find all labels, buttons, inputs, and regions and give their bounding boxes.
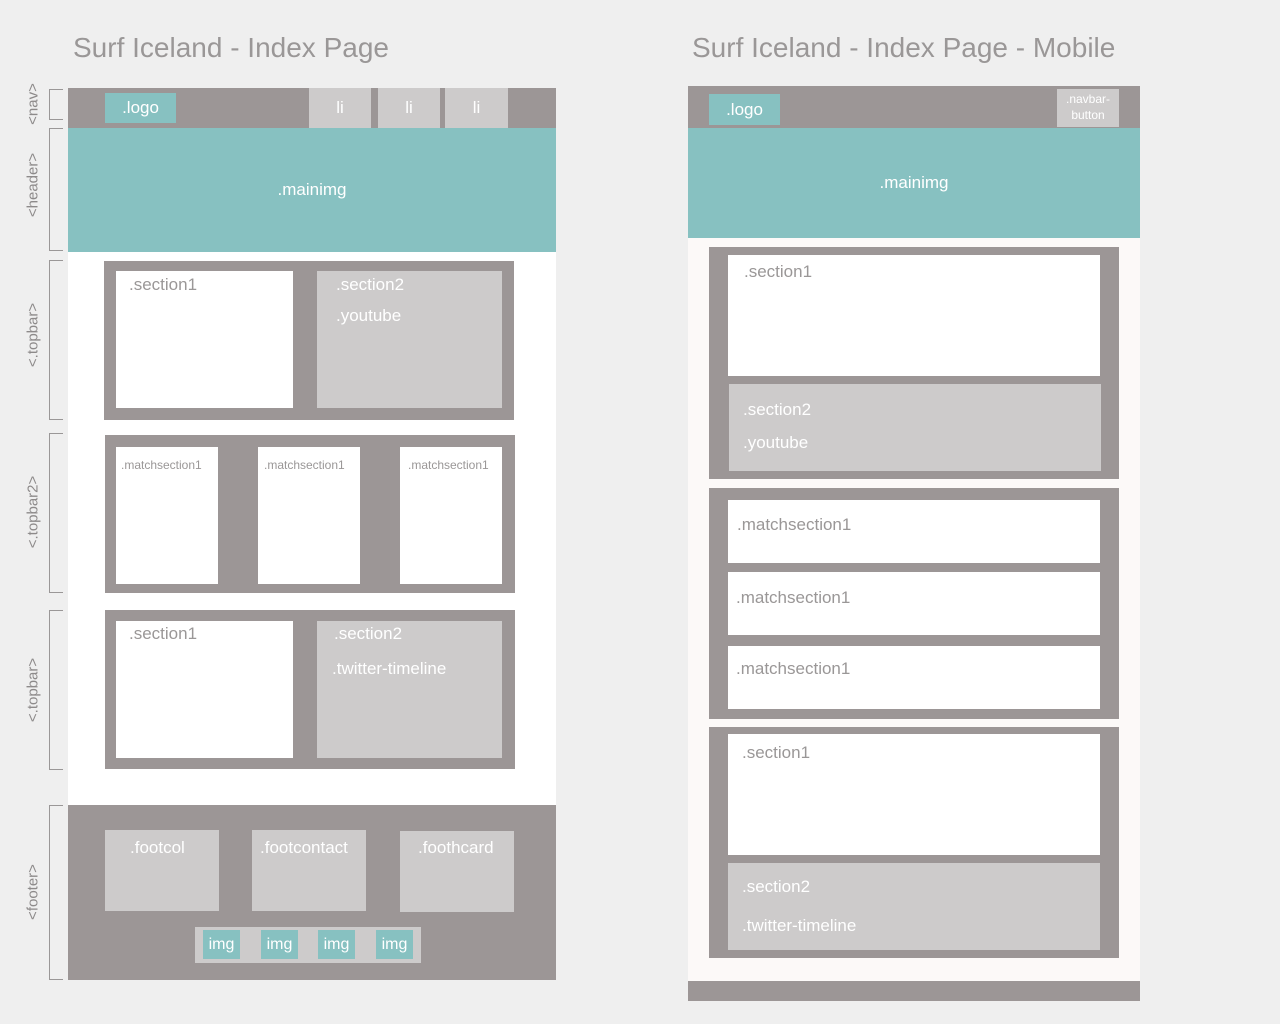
nav-item-2[interactable]: li <box>378 88 440 128</box>
mobile-logo[interactable]: .logo <box>709 94 780 125</box>
mobile-section1: .section1 <box>728 255 1100 376</box>
footcontact: .footcontact <box>252 830 366 911</box>
topbar-side-label: <.topbar> <box>24 302 42 368</box>
mobile-b-section2: .section2 .twitter-timeline <box>728 863 1100 950</box>
matchsection-3: .matchsection1 <box>400 447 502 584</box>
footer-bracket <box>49 805 63 980</box>
mobile-matchsection-2-label: .matchsection1 <box>736 588 851 607</box>
mobile-twitter-timeline-label: .twitter-timeline <box>742 916 857 935</box>
mobile-section2-label: .section2 <box>743 400 812 419</box>
desktop-title: Surf Iceland - Index Page <box>73 32 389 63</box>
mobile-matchsection-3-label: .matchsection1 <box>736 659 851 678</box>
footcontact-label: .footcontact <box>260 838 348 857</box>
matchsection-2: .matchsection1 <box>258 447 360 584</box>
footer-img-1[interactable]: img <box>203 930 240 959</box>
matchsection-3-label: .matchsection1 <box>408 458 489 472</box>
mobile-matchsection-3: .matchsection1 <box>728 646 1100 709</box>
mobile-matchsection-2: .matchsection1 <box>728 572 1100 635</box>
footer-img-3[interactable]: img <box>318 930 355 959</box>
youtube-label: .youtube <box>336 306 402 325</box>
topbar-bracket <box>49 260 63 420</box>
mobile-footer <box>688 981 1140 1001</box>
nav-item-3[interactable]: li <box>445 88 508 128</box>
topbar-b-section1: .section1 <box>116 621 293 758</box>
twitter-timeline-label: .twitter-timeline <box>332 659 447 678</box>
section1-label: .section1 <box>129 275 198 294</box>
topbar-b-section2-label: .section2 <box>334 624 403 643</box>
mobile-title: Surf Iceland - Index Page - Mobile <box>692 32 1116 63</box>
desktop-mainimg: .mainimg <box>68 128 556 252</box>
footer-img-2[interactable]: img <box>261 930 298 959</box>
navbar-button[interactable]: .navbar- button <box>1057 89 1119 127</box>
foothcard: .foothcard <box>400 831 514 912</box>
topbar-b-side-label: <.topbar> <box>24 657 42 723</box>
header-bracket <box>49 128 63 251</box>
footer-side-label: <footer> <box>24 864 42 920</box>
header-side-label: <header> <box>24 152 42 218</box>
mobile-section1-label: .section1 <box>744 262 813 281</box>
topbar-b-section2: .section2 .twitter-timeline <box>317 621 502 758</box>
foothcard-label: .foothcard <box>418 838 494 857</box>
mobile-b-section1-label: .section1 <box>742 743 811 762</box>
nav-side-label: <nav> <box>24 83 42 125</box>
topbar-b-bracket <box>49 610 63 770</box>
desktop-logo[interactable]: .logo <box>105 93 176 123</box>
nav-item-1[interactable]: li <box>309 88 371 128</box>
mobile-b-section1: .section1 <box>728 734 1100 855</box>
topbar-section2: .section2 .youtube <box>317 271 502 408</box>
matchsection-1: .matchsection1 <box>116 447 218 584</box>
mobile-section2: .section2 .youtube <box>729 384 1101 471</box>
nav-bracket <box>49 89 63 120</box>
topbar2-bracket <box>49 433 63 593</box>
mobile-matchsection-1: .matchsection1 <box>728 500 1100 563</box>
mobile-matchsection-1-label: .matchsection1 <box>737 515 852 534</box>
footcol: .footcol <box>105 830 219 911</box>
topbar-b-section1-label: .section1 <box>129 624 198 643</box>
mobile-b-section2-label: .section2 <box>742 877 811 896</box>
matchsection-2-label: .matchsection1 <box>264 458 345 472</box>
topbar-section1: .section1 <box>116 271 293 408</box>
section2-label: .section2 <box>336 275 405 294</box>
mobile-youtube-label: .youtube <box>743 433 809 452</box>
footcol-label: .footcol <box>130 838 185 857</box>
topbar2-side-label: <.topbar2> <box>24 475 42 549</box>
mobile-mainimg: .mainimg <box>688 128 1140 238</box>
footer-img-4[interactable]: img <box>376 930 413 959</box>
matchsection-1-label: .matchsection1 <box>121 458 202 472</box>
